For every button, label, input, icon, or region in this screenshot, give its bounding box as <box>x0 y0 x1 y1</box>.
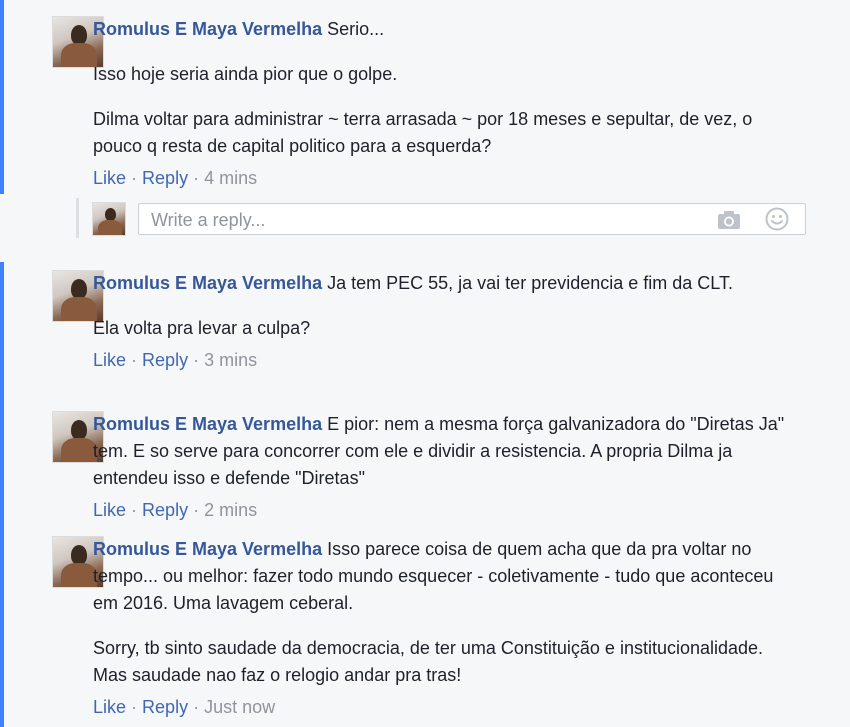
thread-indicator-1 <box>0 0 4 194</box>
comment-paragraph: Dilma voltar para administrar ~ terra ar… <box>93 109 753 156</box>
timestamp[interactable]: 2 mins <box>204 500 257 520</box>
thread-indicator-2 <box>0 262 4 727</box>
comment-text: Romulus E Maya Vermelha Isso parece cois… <box>93 536 793 617</box>
separator: · <box>193 697 205 717</box>
comment-paragraph: Ja tem PEC 55, ja vai ter previdencia e … <box>327 273 733 293</box>
comment-text: Romulus E Maya Vermelha Serio... <box>93 16 793 43</box>
like-link[interactable]: Like <box>93 350 126 370</box>
separator: · <box>131 350 143 370</box>
comment-content: Romulus E Maya Vermelha Serio... Isso ho… <box>93 16 793 190</box>
comment-text: Romulus E Maya Vermelha Ja tem PEC 55, j… <box>93 270 793 297</box>
comment-paragraph: Isso hoje seria ainda pior que o golpe. <box>93 64 398 84</box>
comment-content: Romulus E Maya Vermelha Isso parece cois… <box>93 536 793 719</box>
comment-actions: Like · Reply · 2 mins <box>93 498 793 522</box>
separator: · <box>193 350 205 370</box>
like-link[interactable]: Like <box>93 500 126 520</box>
author-name[interactable]: Romulus E Maya Vermelha <box>93 273 322 293</box>
comment-actions: Like · Reply · 3 mins <box>93 348 793 372</box>
timestamp[interactable]: 4 mins <box>204 168 257 188</box>
author-name[interactable]: Romulus E Maya Vermelha <box>93 414 322 434</box>
author-name[interactable]: Romulus E Maya Vermelha <box>93 19 322 39</box>
reply-link[interactable]: Reply <box>142 350 188 370</box>
reply-link[interactable]: Reply <box>142 168 188 188</box>
reply-link[interactable]: Reply <box>142 500 188 520</box>
comment-paragraph: Serio... <box>327 19 385 39</box>
comment-text: Romulus E Maya Vermelha E pior: nem a me… <box>93 411 793 492</box>
reply-indent-bar <box>76 198 79 238</box>
timestamp[interactable]: Just now <box>204 697 275 717</box>
comment-content: Romulus E Maya Vermelha E pior: nem a me… <box>93 411 793 522</box>
comment-thread: Romulus E Maya Vermelha Serio... Isso ho… <box>0 0 850 727</box>
reply-link[interactable]: Reply <box>142 697 188 717</box>
comment-actions: Like · Reply · 4 mins <box>93 166 793 190</box>
avatar[interactable] <box>92 202 126 236</box>
smiley-icon[interactable] <box>765 207 789 231</box>
reply-input[interactable] <box>149 207 693 233</box>
comment-actions: Like · Reply · Just now <box>93 695 793 719</box>
author-name[interactable]: Romulus E Maya Vermelha <box>93 539 322 559</box>
separator: · <box>193 500 205 520</box>
timestamp[interactable]: 3 mins <box>204 350 257 370</box>
comment-paragraph: Sorry, tb sinto saudade da democracia, d… <box>93 638 764 685</box>
like-link[interactable]: Like <box>93 697 126 717</box>
separator: · <box>131 697 143 717</box>
comment-content: Romulus E Maya Vermelha Ja tem PEC 55, j… <box>93 270 793 372</box>
like-link[interactable]: Like <box>93 168 126 188</box>
camera-icon[interactable] <box>717 210 741 230</box>
separator: · <box>193 168 205 188</box>
comment-paragraph: Ela volta pra levar a culpa? <box>93 318 311 338</box>
reply-composer <box>76 198 816 240</box>
separator: · <box>131 500 143 520</box>
separator: · <box>131 168 143 188</box>
reply-input-box[interactable] <box>138 203 806 235</box>
